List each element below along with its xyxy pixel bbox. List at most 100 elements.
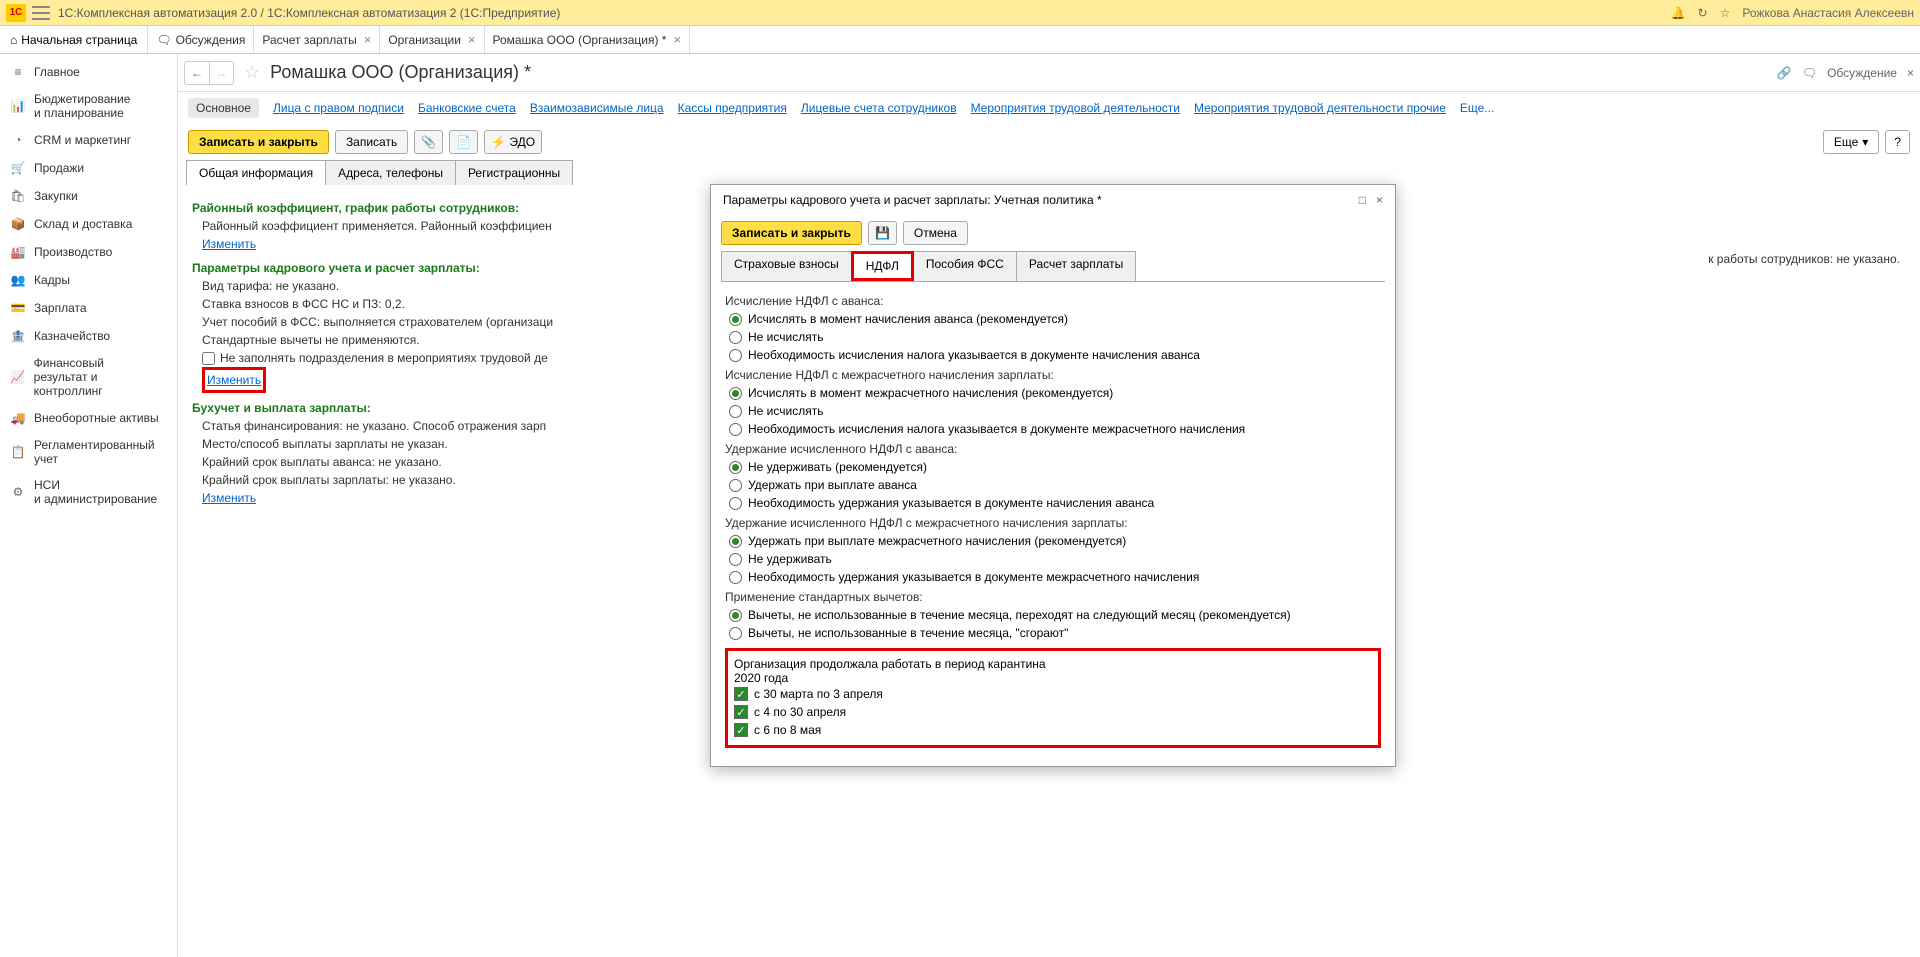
save-button[interactable]: Записать bbox=[335, 130, 408, 154]
discuss-icon[interactable]: 🗨 bbox=[1802, 66, 1817, 80]
g1-radio-2[interactable] bbox=[729, 349, 742, 362]
dialog-title: Параметры кадрового учета и расчет зарпл… bbox=[723, 193, 1359, 207]
g2-radio-1[interactable] bbox=[729, 405, 742, 418]
dialog-tab-insurance[interactable]: Страховые взносы bbox=[721, 251, 852, 281]
g3-label: Удержание исчисленного НДФЛ с аванса: bbox=[725, 442, 1381, 456]
subnav-signers[interactable]: Лица с правом подписи bbox=[273, 101, 404, 115]
dialog-tab-fss[interactable]: Пособия ФСС bbox=[913, 251, 1017, 281]
close-dialog-icon[interactable]: × bbox=[1376, 193, 1383, 207]
subnav-related[interactable]: Взаимозависимые лица bbox=[530, 101, 664, 115]
sidebar-item-assets[interactable]: 🚚Внеоборотные активы bbox=[0, 404, 177, 432]
sidebar-item-production[interactable]: 🏭Производство bbox=[0, 238, 177, 266]
history-icon[interactable]: ↻ bbox=[1698, 6, 1708, 20]
subnav-events2[interactable]: Мероприятия трудовой деятельности прочие bbox=[1194, 101, 1446, 115]
sidebar-item-salary[interactable]: 💳Зарплата bbox=[0, 294, 177, 322]
dialog-cancel-button[interactable]: Отмена bbox=[903, 221, 968, 245]
sidebar-label: Регламентированный учет bbox=[34, 438, 155, 466]
user-name[interactable]: Рожкова Анастасия Алексеевн bbox=[1742, 6, 1914, 20]
link-icon[interactable]: 🔗 bbox=[1777, 66, 1792, 80]
back-button[interactable]: ← bbox=[185, 62, 209, 84]
subnav-cash[interactable]: Кассы предприятия bbox=[678, 101, 787, 115]
tab-discussions[interactable]: 🗨 Обсуждения bbox=[148, 26, 254, 53]
dialog-tab-ndfl[interactable]: НДФЛ bbox=[851, 251, 914, 281]
sidebar-item-purchases[interactable]: 🛍Закупки bbox=[0, 182, 177, 210]
close-icon[interactable]: × bbox=[364, 32, 372, 47]
g2-label: Исчисление НДФЛ с межрасчетного начислен… bbox=[725, 368, 1381, 382]
sidebar-label: Финансовый результат и контроллинг bbox=[34, 356, 167, 398]
g4-label: Удержание исчисленного НДФЛ с межрасчетн… bbox=[725, 516, 1381, 530]
dialog-accounting-policy: Параметры кадрового учета и расчет зарпл… bbox=[710, 184, 1396, 767]
quarantine-label: Организация продолжала работать в период… bbox=[734, 657, 1054, 685]
subnav-accounts[interactable]: Лицевые счета сотрудников bbox=[801, 101, 957, 115]
menu-icon[interactable] bbox=[32, 6, 50, 20]
sidebar-item-warehouse[interactable]: 📦Склад и доставка bbox=[0, 210, 177, 238]
change-link-1[interactable]: Изменить bbox=[202, 237, 256, 251]
g5-radio-1[interactable] bbox=[729, 627, 742, 640]
discuss-link[interactable]: Обсуждение bbox=[1827, 66, 1897, 80]
tab-payroll[interactable]: Расчет зарплаты × bbox=[254, 26, 380, 53]
tab-romashka[interactable]: Ромашка ООО (Организация) * × bbox=[485, 26, 691, 53]
sidebar-item-treasury[interactable]: 🏦Казначейство bbox=[0, 322, 177, 350]
sidebar-item-regulated[interactable]: 📋 Регламентированный учет bbox=[0, 432, 177, 472]
dialog-tab-payroll[interactable]: Расчет зарплаты bbox=[1016, 251, 1136, 281]
form-tab-addresses[interactable]: Адреса, телефоны bbox=[325, 160, 456, 185]
g4-radio-1[interactable] bbox=[729, 553, 742, 566]
close-icon[interactable]: × bbox=[673, 32, 681, 47]
save-close-button[interactable]: Записать и закрыть bbox=[188, 130, 329, 154]
subnav-bank[interactable]: Банковские счета bbox=[418, 101, 516, 115]
tab-home[interactable]: ⌂ Начальная страница bbox=[0, 26, 148, 53]
tab-label: Организации bbox=[388, 33, 461, 47]
edo-button[interactable]: ⚡ ЭДО bbox=[484, 130, 542, 154]
card-icon: 💳 bbox=[10, 300, 26, 316]
g3-radio-1[interactable] bbox=[729, 479, 742, 492]
tabbar: ⌂ Начальная страница 🗨 Обсуждения Расчет… bbox=[0, 26, 1920, 54]
clipboard-icon: 📋 bbox=[10, 444, 26, 460]
g3-radio-0[interactable] bbox=[729, 461, 742, 474]
maximize-icon[interactable]: □ bbox=[1359, 193, 1366, 207]
fill-dept-checkbox[interactable] bbox=[202, 352, 215, 365]
form-tab-registration[interactable]: Регистрационны bbox=[455, 160, 573, 185]
forward-button[interactable]: → bbox=[209, 62, 233, 84]
quarantine-check-1[interactable] bbox=[734, 705, 748, 719]
star-icon[interactable]: ☆ bbox=[1720, 6, 1731, 20]
subnav-main[interactable]: Основное bbox=[188, 98, 259, 118]
quarantine-check-2[interactable] bbox=[734, 723, 748, 737]
list-button[interactable]: 📄 bbox=[449, 130, 478, 154]
subnav-events1[interactable]: Мероприятия трудовой деятельности bbox=[971, 101, 1180, 115]
tab-organizations[interactable]: Организации × bbox=[380, 26, 484, 53]
g2-radio-2[interactable] bbox=[729, 423, 742, 436]
sidebar-item-crm[interactable]: ◔CRM и маркетинг bbox=[0, 126, 177, 154]
close-page-icon[interactable]: × bbox=[1907, 66, 1914, 80]
sidebar-item-finance[interactable]: 📈Финансовый результат и контроллинг bbox=[0, 350, 177, 404]
sidebar-label: Бюджетирование и планирование bbox=[34, 92, 130, 120]
sidebar-item-budget[interactable]: 📊Бюджетирование и планирование bbox=[0, 86, 177, 126]
change-link-2[interactable]: Изменить bbox=[207, 373, 261, 387]
attach-button[interactable]: 📎 bbox=[414, 130, 443, 154]
g1-radio-1[interactable] bbox=[729, 331, 742, 344]
g2-radio-0[interactable] bbox=[729, 387, 742, 400]
sidebar-item-main[interactable]: ≡Главное bbox=[0, 58, 177, 86]
sidebar-item-hr[interactable]: 👥Кадры bbox=[0, 266, 177, 294]
sidebar-item-sales[interactable]: 🛒Продажи bbox=[0, 154, 177, 182]
sidebar-item-nsi[interactable]: ⚙НСИ и администрирование bbox=[0, 472, 177, 512]
g4-radio-0[interactable] bbox=[729, 535, 742, 548]
dialog-save-close-button[interactable]: Записать и закрыть bbox=[721, 221, 862, 245]
g3-radio-2[interactable] bbox=[729, 497, 742, 510]
change-link-3[interactable]: Изменить bbox=[202, 491, 256, 505]
sidebar-label: Производство bbox=[34, 245, 112, 259]
subnav-more[interactable]: Еще... bbox=[1460, 101, 1494, 115]
more-button[interactable]: Еще ▾ bbox=[1823, 130, 1879, 154]
help-button[interactable]: ? bbox=[1885, 130, 1910, 154]
sidebar-label: Главное bbox=[34, 65, 80, 79]
g4-radio-2[interactable] bbox=[729, 571, 742, 584]
close-icon[interactable]: × bbox=[468, 32, 476, 47]
edo-label: ЭДО bbox=[509, 135, 535, 149]
quarantine-check-0[interactable] bbox=[734, 687, 748, 701]
dialog-save-button[interactable]: 💾 bbox=[868, 221, 897, 245]
logo-1c-icon: 1C bbox=[6, 4, 26, 22]
form-tab-general[interactable]: Общая информация bbox=[186, 160, 326, 185]
g5-radio-0[interactable] bbox=[729, 609, 742, 622]
bell-icon[interactable]: 🔔 bbox=[1671, 6, 1686, 20]
g1-radio-0[interactable] bbox=[729, 313, 742, 326]
favorite-icon[interactable]: ☆ bbox=[244, 62, 260, 83]
